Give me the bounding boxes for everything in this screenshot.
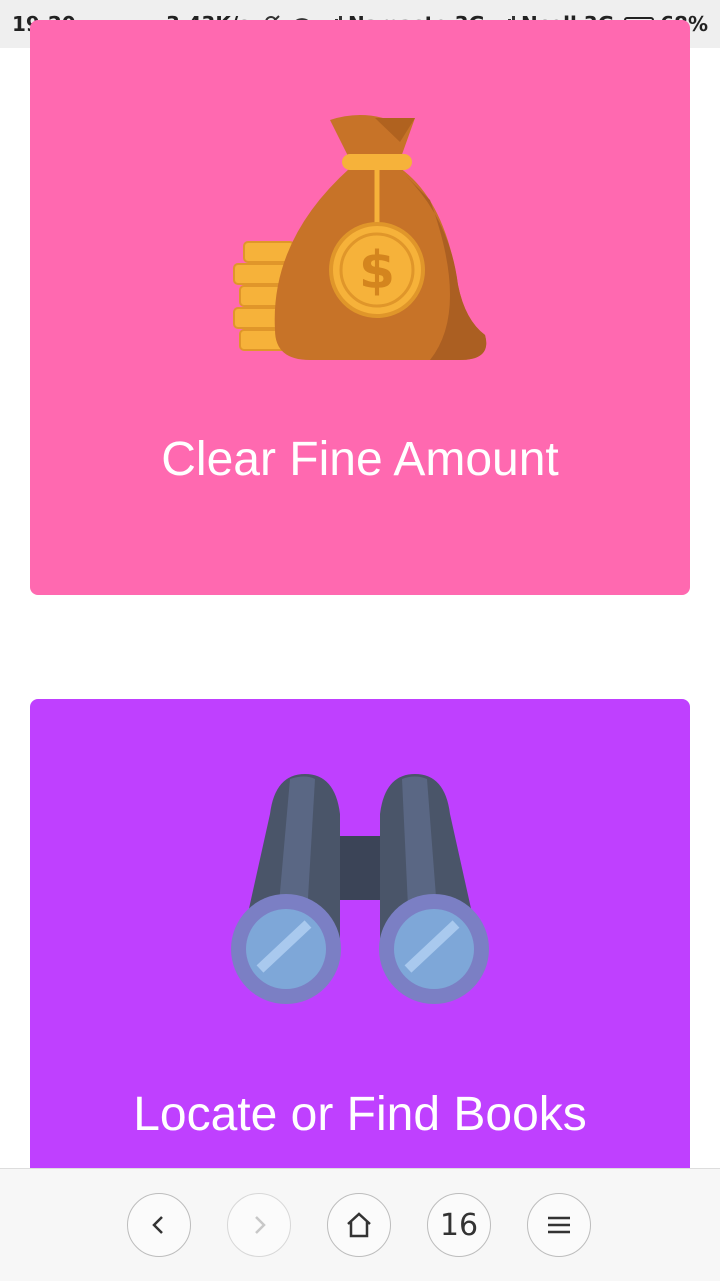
forward-icon: [255, 1216, 266, 1234]
home-icon: [347, 1212, 371, 1238]
forward-button[interactable]: [227, 1193, 291, 1257]
locate-books-card[interactable]: Locate or Find Books: [30, 699, 690, 1219]
menu-icon: [548, 1216, 570, 1234]
home-button[interactable]: [327, 1193, 391, 1257]
clear-fine-title: Clear Fine Amount: [161, 433, 559, 486]
binoculars-icon: [231, 774, 489, 1004]
back-icon: [152, 1216, 163, 1234]
money-bag-icon: $: [233, 115, 487, 360]
back-button[interactable]: [127, 1193, 191, 1257]
locate-books-title: Locate or Find Books: [133, 1088, 587, 1141]
browser-bottom-bar: 16: [0, 1168, 720, 1281]
tab-count: 16: [439, 1207, 479, 1243]
tabs-button[interactable]: 16: [427, 1193, 491, 1257]
clear-fine-card[interactable]: $ Clear Fine Amount: [30, 20, 690, 595]
svg-text:$: $: [359, 241, 395, 301]
menu-button[interactable]: [527, 1193, 591, 1257]
